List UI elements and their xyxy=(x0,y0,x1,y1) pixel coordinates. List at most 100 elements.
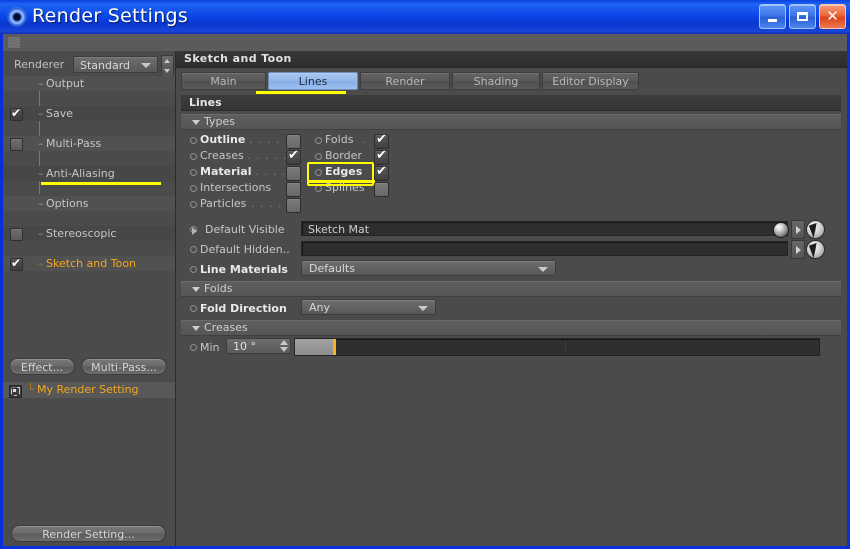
tree-item-stereoscopic[interactable]: – Stereoscopic xyxy=(3,226,175,241)
animation-dot-icon[interactable] xyxy=(190,201,197,208)
animation-dot-icon[interactable] xyxy=(315,185,322,192)
fold-direction-label: Fold Direction xyxy=(200,302,287,315)
type-checkbox-folds[interactable] xyxy=(374,132,389,149)
renderer-dropdown[interactable]: Standard xyxy=(73,56,158,73)
slider-knob[interactable] xyxy=(333,339,336,355)
type-label: Border xyxy=(325,149,362,162)
maximize-button[interactable] xyxy=(789,4,816,29)
tree-item-output[interactable]: – Output xyxy=(3,76,175,91)
tree-checkbox-stereoscopic[interactable] xyxy=(10,228,23,241)
type-row-particles: Particles . . . . xyxy=(181,196,511,213)
edges-highlight-underline xyxy=(307,180,375,183)
renderer-row: Renderer Standard xyxy=(3,55,175,77)
tab-editor-display[interactable]: Editor Display xyxy=(542,72,639,90)
tree-checkbox-sketch-and-toon[interactable] xyxy=(10,256,23,271)
expand-arrow-icon[interactable] xyxy=(192,227,197,235)
animation-dot-icon[interactable] xyxy=(190,305,197,312)
tree-branch-icon: – xyxy=(38,137,44,150)
tree-item-sketch-and-toon[interactable]: – Sketch and Toon xyxy=(3,256,175,271)
tree-item-label: Sketch and Toon xyxy=(46,257,137,270)
type-checkbox-particles[interactable] xyxy=(286,198,301,213)
default-visible-row: Default Visible Sketch Mat xyxy=(181,220,841,239)
close-button[interactable]: ✕ xyxy=(819,4,846,29)
window-controls: ✕ xyxy=(759,4,846,29)
folds-section-title: Folds xyxy=(204,282,233,295)
animation-dot-icon[interactable] xyxy=(190,246,197,253)
types-section-header[interactable]: Types xyxy=(181,114,841,130)
crease-min-spinner[interactable] xyxy=(279,339,289,353)
type-checkbox-creases[interactable] xyxy=(286,148,301,165)
type-label: Intersections xyxy=(200,181,272,194)
default-hidden-pick-button[interactable] xyxy=(806,240,825,259)
animation-dot-icon[interactable] xyxy=(190,153,197,160)
folds-section-header[interactable]: Folds xyxy=(181,281,841,297)
default-hidden-label: Default Hidden.. xyxy=(200,243,290,256)
type-row-folds: Folds . xyxy=(306,132,506,149)
animation-dot-icon[interactable] xyxy=(315,137,322,144)
default-visible-arrow-button[interactable] xyxy=(791,220,805,239)
animation-dot-icon[interactable] xyxy=(190,344,197,351)
tree-item-save[interactable]: – Save xyxy=(3,106,175,121)
type-checkbox-splines[interactable] xyxy=(374,182,389,197)
default-visible-field[interactable]: Sketch Mat xyxy=(301,221,788,236)
animation-dot-icon[interactable] xyxy=(190,185,197,192)
triangle-down-icon xyxy=(192,326,200,331)
fold-direction-row: Fold Direction Any xyxy=(181,299,841,318)
tree-branch-icon: – xyxy=(38,77,44,90)
scene-item-row[interactable]: └ My Render Setting xyxy=(3,382,175,398)
tree-item-label: Options xyxy=(46,197,89,210)
tree-checkbox-multi-pass[interactable] xyxy=(10,138,23,151)
line-materials-row: Line Materials Defaults xyxy=(181,260,841,279)
default-hidden-field[interactable] xyxy=(301,241,788,256)
tree-item-options[interactable]: – Options xyxy=(3,196,175,211)
types-section-title: Types xyxy=(204,115,235,128)
default-hidden-arrow-button[interactable] xyxy=(791,240,805,259)
tab-render[interactable]: Render xyxy=(360,72,450,90)
tree-item-anti-aliasing[interactable]: – Anti-Aliasing xyxy=(3,166,175,181)
render-setting-button[interactable]: Render Setting... xyxy=(11,525,166,542)
title-bar[interactable]: Render Settings ✕ xyxy=(0,0,850,34)
triangle-down-icon xyxy=(192,287,200,292)
tree-item-multi-pass[interactable]: – Multi-Pass xyxy=(3,136,175,151)
type-label: Material xyxy=(200,165,252,178)
animation-dot-icon[interactable] xyxy=(315,153,322,160)
creases-section-header[interactable]: Creases xyxy=(181,320,841,336)
chevron-down-icon xyxy=(141,62,151,68)
renderer-spinner[interactable] xyxy=(161,55,174,77)
type-label: Outline xyxy=(200,133,246,146)
renderer-label: Renderer xyxy=(14,58,65,71)
tree-item-label: Save xyxy=(46,107,74,120)
drag-grip-icon[interactable] xyxy=(8,37,20,48)
line-materials-dropdown[interactable]: Defaults xyxy=(301,260,556,276)
minimize-button[interactable] xyxy=(759,4,786,29)
fold-direction-dropdown[interactable]: Any xyxy=(301,299,436,315)
type-checkbox-edges[interactable] xyxy=(374,164,389,181)
panel-title: Sketch and Toon xyxy=(184,52,292,65)
default-visible-pick-button[interactable] xyxy=(806,220,825,239)
tree-checkbox-save[interactable] xyxy=(10,106,23,121)
multi-pass-button[interactable]: Multi-Pass... xyxy=(81,358,167,375)
minimize-icon xyxy=(768,18,777,22)
animation-dot-icon[interactable] xyxy=(190,169,197,176)
chevron-up-icon xyxy=(280,340,288,345)
tree-branch-icon: – xyxy=(38,257,44,270)
render-setting-icon xyxy=(9,385,22,398)
type-checkbox-material[interactable] xyxy=(286,166,301,181)
animation-dot-icon[interactable] xyxy=(315,169,322,176)
slider-fill xyxy=(295,339,335,355)
tab-lines[interactable]: Lines xyxy=(268,72,358,90)
slider-tick xyxy=(565,341,566,353)
animation-dot-icon[interactable] xyxy=(190,137,197,144)
tab-main[interactable]: Main xyxy=(181,72,266,90)
animation-dot-icon[interactable] xyxy=(190,266,197,273)
effect-button[interactable]: Effect... xyxy=(9,358,75,375)
type-checkbox-intersections[interactable] xyxy=(286,182,301,197)
type-checkbox-outline[interactable] xyxy=(286,134,301,149)
type-checkbox-border[interactable] xyxy=(374,148,389,165)
crease-min-label: Min xyxy=(200,341,220,354)
crease-min-slider[interactable] xyxy=(294,338,820,356)
materials-rows: Default Visible Sketch Mat Default Hidde… xyxy=(181,219,841,281)
window-title: Render Settings xyxy=(32,5,189,27)
lines-group-title: Lines xyxy=(189,96,222,109)
tab-shading[interactable]: Shading xyxy=(452,72,540,90)
